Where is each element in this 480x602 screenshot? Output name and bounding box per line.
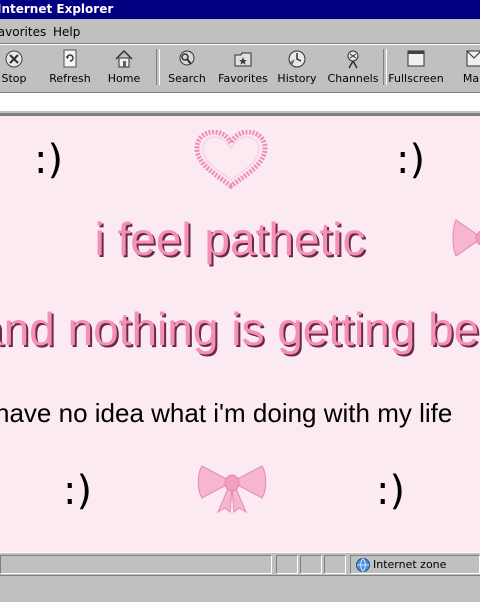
history-icon bbox=[288, 50, 306, 68]
stop-button[interactable]: Stop bbox=[0, 46, 36, 88]
home-icon bbox=[115, 49, 133, 68]
menu-favorites[interactable]: Favorites bbox=[0, 21, 46, 43]
toolbar: Stop Refresh Home Search Favorites Histo… bbox=[0, 44, 480, 90]
mail-icon bbox=[466, 50, 480, 67]
toolbar-separator bbox=[156, 49, 160, 85]
status-bar: Internet zone bbox=[0, 552, 480, 575]
stop-icon bbox=[5, 50, 23, 68]
smiley-bottom-right: :) bbox=[376, 468, 406, 514]
favorites-label: Favorites bbox=[218, 72, 268, 85]
pink-bow-icon bbox=[197, 465, 267, 514]
search-label: Search bbox=[168, 72, 206, 85]
fullscreen-button[interactable]: Fullscreen bbox=[388, 46, 444, 88]
smiley-bottom-left: :) bbox=[63, 468, 93, 514]
status-pane bbox=[276, 555, 298, 574]
address-bar bbox=[0, 89, 480, 114]
window-bottom-frame bbox=[0, 575, 480, 602]
channels-label: Channels bbox=[327, 72, 379, 85]
title-bar: Internet Explorer bbox=[0, 0, 480, 19]
fullscreen-label: Fullscreen bbox=[388, 72, 444, 85]
refresh-icon bbox=[63, 49, 77, 68]
fullscreen-icon bbox=[407, 50, 425, 67]
status-pane-main bbox=[0, 555, 272, 574]
headline-pathetic: i feel pathetic bbox=[94, 213, 366, 265]
stop-label: Stop bbox=[1, 72, 27, 85]
history-label: History bbox=[277, 72, 317, 85]
history-button[interactable]: History bbox=[276, 46, 318, 88]
favorites-button[interactable]: Favorites bbox=[218, 46, 268, 88]
globe-icon bbox=[356, 558, 370, 572]
mail-button[interactable]: Mail bbox=[454, 46, 480, 88]
menu-bar: Favorites Help bbox=[0, 21, 480, 44]
subtext-no-idea: i have no idea what i'm doing with my li… bbox=[0, 398, 453, 428]
channels-icon bbox=[347, 50, 359, 69]
status-pane bbox=[324, 555, 346, 574]
home-button[interactable]: Home bbox=[104, 46, 144, 88]
home-label: Home bbox=[107, 72, 141, 85]
window-title: Internet Explorer bbox=[0, 2, 114, 16]
search-button[interactable]: Search bbox=[164, 46, 210, 88]
refresh-button[interactable]: Refresh bbox=[46, 46, 94, 88]
headline-nothing-better: and nothing is getting better bbox=[0, 303, 480, 355]
smiley-top-right: :) bbox=[396, 137, 426, 183]
smiley-top-left: :) bbox=[34, 137, 64, 183]
status-zone-pane: Internet zone bbox=[350, 555, 480, 574]
search-icon bbox=[179, 50, 195, 66]
menu-help[interactable]: Help bbox=[53, 21, 80, 43]
favorites-icon bbox=[234, 52, 252, 67]
zone-label: Internet zone bbox=[373, 558, 447, 571]
address-field[interactable] bbox=[0, 92, 480, 111]
channels-button[interactable]: Channels bbox=[326, 46, 380, 88]
toolbar-separator bbox=[383, 49, 387, 85]
page-content: :) :) i feel pathetic and nothing is get… bbox=[0, 114, 480, 553]
glitter-heart-icon bbox=[194, 130, 268, 190]
refresh-label: Refresh bbox=[49, 72, 91, 85]
pink-bow-icon bbox=[452, 219, 480, 257]
status-pane bbox=[300, 555, 322, 574]
mail-label: Mail bbox=[462, 72, 480, 85]
